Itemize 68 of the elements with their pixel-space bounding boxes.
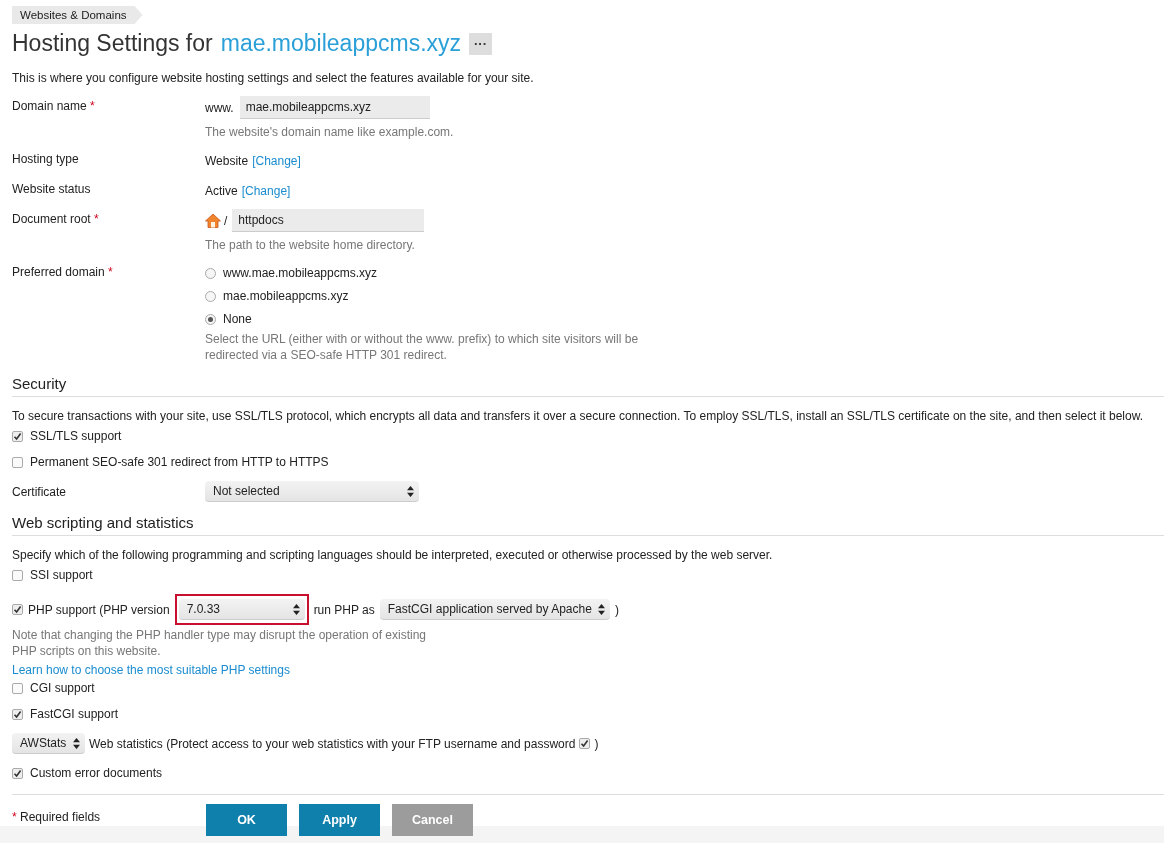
updown-arrow-icon bbox=[292, 603, 300, 615]
checkbox-label[interactable]: CGI support bbox=[30, 681, 95, 695]
select-dropdown[interactable]: Not selected bbox=[205, 481, 419, 502]
intro-text: This is where you configure website hosting settings and select the features available for your site. bbox=[12, 71, 535, 85]
path-separator: / bbox=[224, 213, 228, 228]
section-description: To secure transactions with your site, use SSL/TLS protocol, which encrypts all data and transfers it over a secure connection. To employ SSL/TLS, install an SSL/TLS certificate on the site, and then select it below. bbox=[12, 409, 1145, 423]
section-description: Specify which of the following programming and scripting languages should be interpreted, executed or otherwise processed by the web server. bbox=[12, 548, 774, 562]
radio-button[interactable] bbox=[205, 290, 216, 302]
breadcrumb[interactable]: Websites & Domains bbox=[12, 6, 143, 24]
checkbox-label[interactable]: SSI support bbox=[30, 568, 93, 582]
hint-text: Select the URL (either with or without the www. prefix) to which site visitors will be redirected via a SEO-safe HTTP 301 redirect. bbox=[205, 331, 640, 363]
field-value: Active bbox=[205, 184, 238, 198]
required-mark: * bbox=[90, 99, 95, 113]
field-label: Hosting type bbox=[12, 152, 79, 166]
field-label: Website status bbox=[12, 182, 91, 196]
change-link[interactable]: [Change] bbox=[252, 154, 301, 168]
updown-arrow-icon bbox=[407, 485, 414, 497]
checkbox-label[interactable]: Permanent SEO-safe 301 redirect from HTTP to HTTPS bbox=[30, 455, 329, 469]
select-dropdown[interactable]: 7.0.33 bbox=[178, 599, 305, 620]
action-button[interactable]: Apply bbox=[299, 804, 380, 836]
field-label: Certificate bbox=[12, 484, 68, 499]
required-fields-note: Required fields bbox=[20, 810, 101, 824]
note-text: Note that changing the PHP handler type may disrupt the operation of existing PHP scripts on this website. bbox=[12, 627, 428, 659]
field-prefix: www. bbox=[205, 100, 234, 115]
checkbox[interactable] bbox=[12, 767, 23, 779]
select-dropdown[interactable]: FastCGI application served by Apache bbox=[379, 599, 610, 620]
field-label: Preferred domain bbox=[12, 265, 105, 279]
updown-arrow-icon bbox=[597, 603, 605, 615]
input-field[interactable]: httpdocs bbox=[232, 209, 425, 232]
radio-label[interactable]: www.mae.mobileappcms.xyz bbox=[223, 266, 378, 280]
checkbox[interactable] bbox=[12, 708, 23, 720]
section-heading: Web scripting and statistics bbox=[12, 514, 1164, 536]
home-icon bbox=[205, 213, 221, 228]
required-mark: * bbox=[94, 212, 99, 226]
more-button[interactable]: ··· bbox=[469, 32, 493, 55]
checkbox[interactable] bbox=[12, 456, 23, 468]
radio-button[interactable] bbox=[205, 313, 216, 325]
radio-label[interactable]: mae.mobileappcms.xyz bbox=[223, 289, 349, 303]
field-value: Website bbox=[205, 154, 249, 168]
required-mark: * bbox=[12, 810, 17, 824]
closing-parenthesis: ) bbox=[594, 736, 599, 751]
radio-button[interactable] bbox=[205, 267, 216, 279]
required-mark: * bbox=[108, 265, 113, 279]
checkbox[interactable] bbox=[579, 738, 591, 749]
checkbox[interactable] bbox=[12, 430, 23, 442]
checkbox[interactable] bbox=[12, 682, 23, 694]
checkbox-label[interactable]: Custom error documents bbox=[30, 766, 163, 780]
closing-parenthesis: ) bbox=[614, 602, 619, 617]
checkbox-label[interactable]: FastCGI support bbox=[30, 707, 119, 721]
input-field[interactable]: mae.mobileappcms.xyz bbox=[239, 96, 430, 119]
section-heading: Security bbox=[12, 375, 1164, 397]
hint-text: The path to the website home directory. bbox=[205, 237, 416, 253]
checkbox-label[interactable]: SSL/TLS support bbox=[30, 429, 122, 443]
field-label: Domain name bbox=[12, 99, 87, 113]
page-title: Hosting Settings for bbox=[12, 30, 213, 57]
checkbox[interactable] bbox=[12, 604, 23, 615]
checkbox-label[interactable]: PHP support (PHP version bbox=[28, 602, 170, 617]
select-dropdown[interactable]: AWStats bbox=[12, 733, 85, 754]
stats-label: Web statistics (Protect access to your web statistics with your FTP username and password bbox=[89, 736, 576, 751]
inline-label: run PHP as bbox=[313, 602, 375, 617]
change-link[interactable]: [Change] bbox=[241, 184, 291, 198]
checkbox[interactable] bbox=[12, 569, 23, 581]
radio-label[interactable]: None bbox=[223, 312, 252, 326]
updown-arrow-icon bbox=[73, 737, 80, 749]
hint-text: The website's domain name like example.com. bbox=[205, 124, 455, 140]
field-label: Document root bbox=[12, 212, 91, 226]
action-button[interactable]: OK bbox=[206, 804, 287, 836]
help-link[interactable]: Learn how to choose the most suitable PHP settings bbox=[12, 663, 1164, 677]
